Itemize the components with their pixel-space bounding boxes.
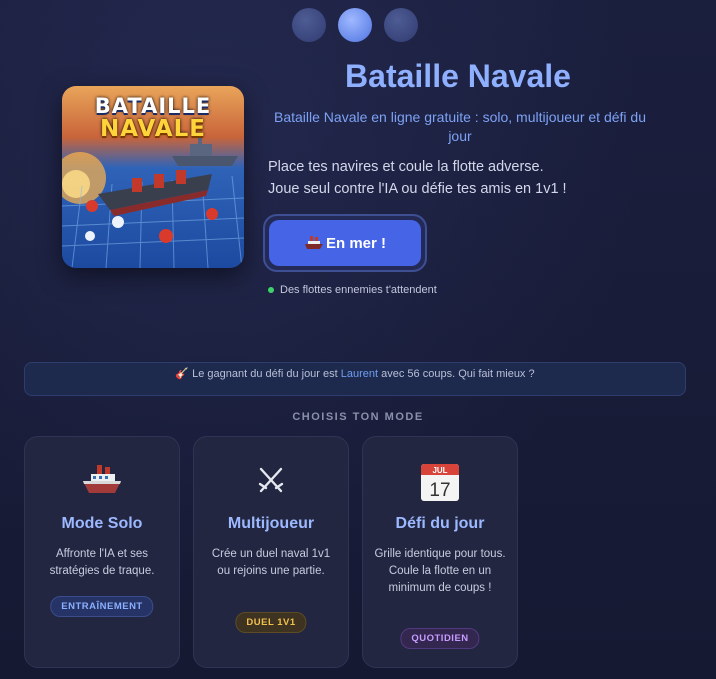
mode-title: Mode Solo [61, 515, 143, 532]
play-button[interactable]: En mer ! [263, 214, 427, 272]
daily-winner-banner: 🎸 Le gagnant du défi du jour est Laurent… [24, 362, 686, 396]
page-title: Bataille Navale [345, 58, 571, 94]
mode-badge: DUEL 1V1 [235, 612, 307, 633]
crossed-swords-icon [258, 467, 284, 493]
game-cover-image: BATAILLE NAVALE [62, 86, 244, 268]
page-subtitle: Bataille Navale en ligne gratuite : solo… [274, 109, 646, 144]
mode-section-heading: CHOISIS TON MODE [292, 411, 424, 423]
mode-description: Affronte l'IA et ses stratégies de traqu… [49, 548, 155, 577]
winner-name: Laurent [340, 368, 379, 380]
cover-title-line2: NAVALE [100, 116, 206, 142]
mode-card-solo[interactable]: Mode Solo Affronte l'IA et ses stratégie… [24, 436, 180, 668]
mode-badge: QUOTIDIEN [400, 628, 480, 649]
cover-title-line1: BATAILLE [94, 94, 212, 118]
description-line-1: Place tes navires et coule la flotte adv… [268, 159, 544, 175]
ship-icon [83, 465, 121, 493]
calendar-day: 17 [429, 480, 450, 501]
calendar-icon: JUL 17 [421, 464, 459, 501]
pager-dot[interactable] [384, 8, 418, 42]
mode-title: Défi du jour [395, 515, 485, 532]
online-status: Des flottes ennemies t'attendent [268, 284, 437, 296]
play-button-inner[interactable]: En mer ! [269, 220, 421, 266]
mode-title: Multijoueur [227, 515, 315, 532]
banner-suffix: avec 56 coups. Qui fait mieux ? [381, 368, 535, 380]
mode-badge: ENTRAÎNEMENT [50, 596, 154, 617]
banner-prefix: Le gagnant du défi du jour est [192, 368, 338, 380]
mode-card-multiplayer[interactable]: Multijoueur Crée un duel naval 1v1 ou re… [193, 436, 349, 668]
status-text: Des flottes ennemies t'attendent [280, 284, 437, 296]
pager-dot-active[interactable] [338, 8, 372, 42]
ship-icon [304, 236, 323, 249]
description-line-2: Joue seul contre l'IA ou défie tes amis … [268, 181, 567, 197]
calendar-month: JUL [432, 466, 447, 475]
mode-description: Crée un duel naval 1v1 ou rejoins une pa… [211, 548, 331, 577]
mode-description: Grille identique pour tous. Coule la flo… [374, 548, 506, 594]
mode-card-daily[interactable]: JUL 17 Défi du jour Grille identique pou… [362, 436, 518, 668]
pager-dot[interactable] [292, 8, 326, 42]
carousel-pager [292, 8, 418, 42]
game-description: Place tes navires et coule la flotte adv… [268, 156, 668, 200]
guitar-icon: 🎸 [175, 368, 190, 380]
status-dot-icon [268, 287, 274, 293]
play-button-label: En mer ! [325, 234, 386, 252]
